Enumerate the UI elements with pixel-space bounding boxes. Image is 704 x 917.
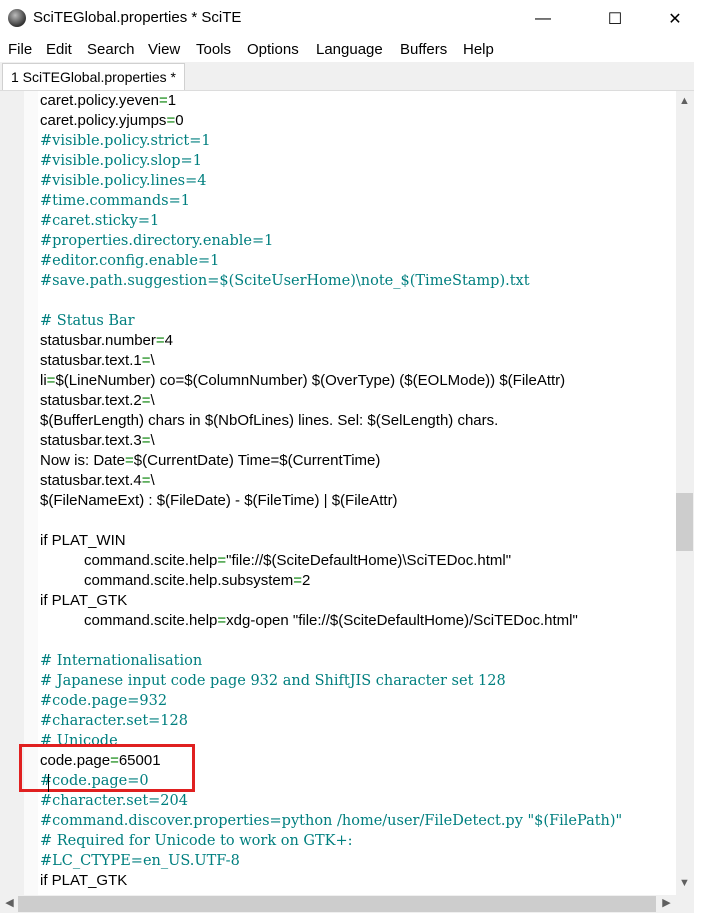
- code-line[interactable]: $(FileNameExt) : $(FileDate) - $(FileTim…: [40, 491, 398, 511]
- window-frame-right: [694, 62, 704, 917]
- code-line[interactable]: #visible.policy.lines=4: [40, 171, 206, 191]
- maximize-button[interactable]: ☐: [592, 0, 638, 38]
- code-line[interactable]: #character.set=128: [40, 711, 188, 731]
- code-line[interactable]: #visible.policy.slop=1: [40, 151, 202, 171]
- code-line[interactable]: statusbar.text.2=\: [40, 391, 155, 411]
- code-line[interactable]: #character.set=204: [40, 791, 188, 811]
- red-highlight-box: [19, 744, 195, 792]
- scroll-down-icon[interactable]: ▼: [676, 875, 693, 892]
- scrollbar-corner: [676, 895, 694, 913]
- code-line[interactable]: #caret.sticky=1: [40, 211, 159, 231]
- scroll-right-icon[interactable]: ▶: [658, 895, 675, 912]
- scroll-up-icon[interactable]: ▲: [676, 93, 693, 110]
- menu-file[interactable]: File: [8, 41, 32, 58]
- code-line[interactable]: # Required for Unicode to work on GTK+:: [40, 831, 353, 851]
- window-title: SciTEGlobal.properties * SciTE: [33, 9, 242, 26]
- code-line[interactable]: command.scite.help.subsystem=2: [84, 571, 310, 591]
- menu-view[interactable]: View: [148, 41, 180, 58]
- code-line[interactable]: li=$(LineNumber) co=$(ColumnNumber) $(Ov…: [40, 371, 565, 391]
- code-line[interactable]: #LC_CTYPE=en_US.UTF-8: [40, 851, 240, 871]
- code-line[interactable]: statusbar.text.4=\: [40, 471, 155, 491]
- code-line[interactable]: if PLAT_GTK: [40, 871, 127, 891]
- horizontal-scrollbar[interactable]: ◀ ▶: [0, 895, 676, 913]
- code-line[interactable]: #command.discover.properties=python /hom…: [40, 811, 622, 831]
- vertical-scrollbar[interactable]: ▲ ▼: [676, 91, 694, 895]
- menu-help[interactable]: Help: [463, 41, 494, 58]
- code-line[interactable]: # Internationalisation: [40, 651, 202, 671]
- code-line[interactable]: Now is: Date=$(CurrentDate) Time=$(Curre…: [40, 451, 380, 471]
- code-line[interactable]: #editor.config.enable=1: [40, 251, 219, 271]
- code-line[interactable]: $(BufferLength) chars in $(NbOfLines) li…: [40, 411, 498, 431]
- buffer-tab[interactable]: 1 SciTEGlobal.properties *: [2, 63, 185, 90]
- buffer-tab-bar: 1 SciTEGlobal.properties *: [0, 62, 704, 91]
- code-line[interactable]: command.scite.help="file://$(SciteDefaul…: [84, 551, 511, 571]
- close-button[interactable]: ✕: [652, 0, 698, 38]
- menu-search[interactable]: Search: [87, 41, 135, 58]
- scite-app-icon: [8, 9, 26, 27]
- menu-options[interactable]: Options: [247, 41, 299, 58]
- text-caret: [48, 774, 49, 792]
- code-line[interactable]: # Japanese input code page 932 and Shift…: [40, 671, 506, 691]
- menu-buffers[interactable]: Buffers: [400, 41, 447, 58]
- code-line[interactable]: # Status Bar: [40, 311, 135, 331]
- code-line[interactable]: #save.path.suggestion=$(SciteUserHome)\n…: [40, 271, 530, 291]
- code-line[interactable]: command.scite.help=xdg-open "file://$(Sc…: [84, 611, 578, 631]
- code-line[interactable]: #visible.policy.strict=1: [40, 131, 211, 151]
- code-line[interactable]: if PLAT_GTK: [40, 591, 127, 611]
- minimize-button[interactable]: —: [520, 0, 566, 38]
- scroll-left-icon[interactable]: ◀: [1, 895, 18, 912]
- code-line[interactable]: caret.policy.yjumps=0: [40, 111, 184, 131]
- code-line[interactable]: if PLAT_WIN: [40, 531, 126, 551]
- menu-tools[interactable]: Tools: [196, 41, 231, 58]
- code-line[interactable]: caret.policy.yeven=1: [40, 91, 176, 111]
- code-line[interactable]: #time.commands=1: [40, 191, 190, 211]
- vertical-scroll-thumb[interactable]: [676, 493, 693, 551]
- horizontal-scroll-thumb[interactable]: [18, 896, 656, 912]
- code-line[interactable]: statusbar.text.3=\: [40, 431, 155, 451]
- code-line[interactable]: statusbar.text.1=\: [40, 351, 155, 371]
- menu-edit[interactable]: Edit: [46, 41, 72, 58]
- code-line[interactable]: #properties.directory.enable=1: [40, 231, 273, 251]
- title-bar: SciTEGlobal.properties * SciTE — ☐ ✕: [0, 0, 704, 38]
- menu-bar: File Edit Search View Tools Options Lang…: [0, 38, 704, 62]
- code-line[interactable]: #code.page=932: [40, 691, 167, 711]
- code-line[interactable]: statusbar.number=4: [40, 331, 173, 351]
- menu-language[interactable]: Language: [316, 41, 383, 58]
